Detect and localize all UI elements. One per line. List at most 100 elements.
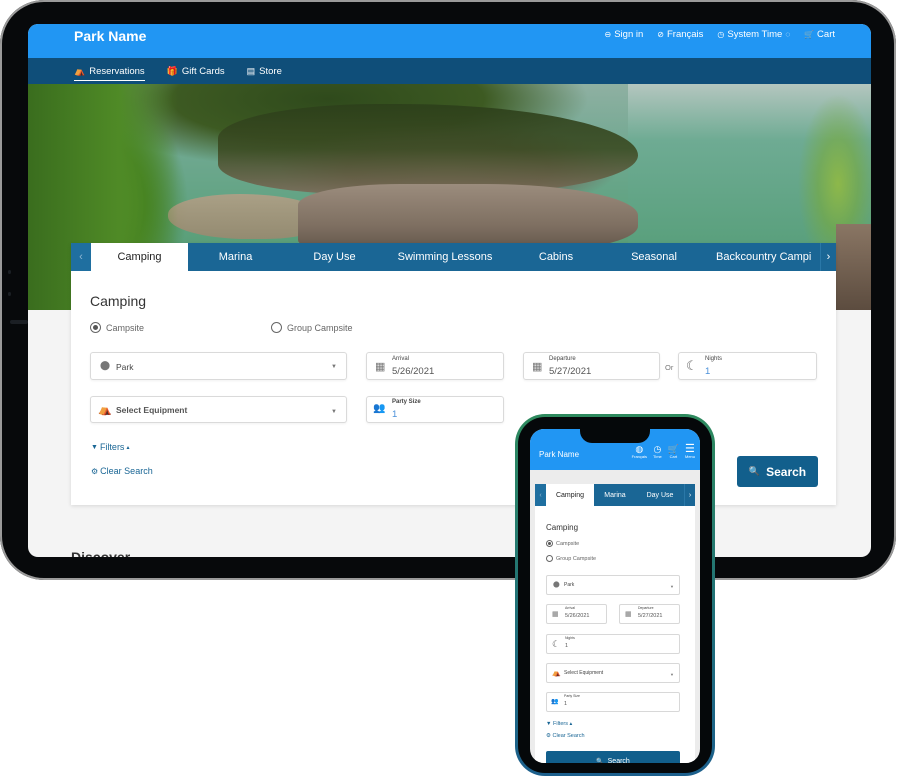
tab-seasonal[interactable]: Seasonal — [608, 243, 700, 271]
filters-label: Filters — [552, 721, 568, 727]
arrival-date-field[interactable]: ▦ Arrival 5/26/2021 — [366, 352, 504, 380]
sign-in-link[interactable]: ⊖ Sign in — [605, 29, 644, 40]
system-time-label: System Time — [727, 29, 783, 40]
tablet-side-button — [10, 320, 28, 324]
arrival-value: 5/26/2021 — [392, 366, 435, 377]
radio-button[interactable] — [271, 322, 282, 333]
tabs-prev-button[interactable]: ‹ — [71, 243, 91, 271]
tab-cabins[interactable]: Cabins — [504, 243, 608, 271]
tent-icon: ⛺ — [74, 65, 86, 76]
radio-button[interactable] — [546, 555, 553, 562]
form-title: Camping — [90, 293, 147, 309]
tabs-prev-button[interactable]: ‹ — [535, 484, 546, 506]
departure-date-field[interactable]: ▦ Departure 5/27/2021 — [523, 352, 660, 380]
search-icon: 🔍 — [748, 466, 761, 476]
radio-campsite[interactable]: Campsite — [90, 322, 144, 333]
tabs-next-button[interactable]: › — [820, 243, 836, 271]
park-select[interactable]: ⬤ Park ▼ — [546, 575, 680, 595]
time-button[interactable]: ◷ Time — [653, 444, 662, 460]
gear-icon: ⚙ — [91, 466, 99, 476]
tablet-device: Park Name ⊖ Sign in ⊘ Français ◷ System … — [0, 0, 896, 580]
main-nav: ⛺ Reservations 🎁 Gift Cards ▤ Store — [28, 58, 871, 84]
globe-icon: ◍ — [635, 444, 644, 454]
phone-screen: Park Name ◍ Français ◷ Time 🛒 Cart ☰ Men… — [530, 429, 700, 763]
phone-bezel: Park Name ◍ Français ◷ Time 🛒 Cart ☰ Men… — [518, 417, 712, 773]
tab-camping[interactable]: Camping — [91, 243, 188, 271]
departure-value: 5/27/2021 — [638, 613, 663, 619]
filters-toggle[interactable]: ▼ Filters ▴ — [546, 721, 572, 727]
tab-marina[interactable]: Marina — [594, 484, 636, 506]
chevron-up-icon: ▴ — [569, 721, 573, 727]
tab-marina[interactable]: Marina — [188, 243, 283, 271]
menu-icon: ☰ — [685, 443, 695, 455]
system-time-link[interactable]: ◷ System Time ◌ — [717, 29, 790, 40]
equipment-select[interactable]: ⛺ Select Equipment ▼ — [546, 663, 680, 683]
tab-camping[interactable]: Camping — [546, 484, 594, 506]
departure-label: Departure — [549, 356, 576, 362]
nav-label: Gift Cards — [181, 66, 225, 77]
people-icon: 👥 — [551, 699, 559, 705]
search-button[interactable]: 🔍 Search — [546, 751, 680, 763]
filter-icon: ▼ — [546, 721, 552, 727]
nav-reservations[interactable]: ⛺ Reservations — [74, 62, 145, 81]
hero-cliff — [218, 104, 638, 194]
nights-value: 1 — [565, 643, 569, 649]
nights-field[interactable]: ☾ Nights 1 — [678, 352, 817, 380]
nights-field[interactable]: ☾ Nights 1 — [546, 634, 680, 654]
park-select[interactable]: ⬤ Park ▼ — [90, 352, 347, 380]
party-size-label: Party Size — [392, 399, 421, 405]
equipment-select[interactable]: ⛺ Select Equipment ▼ — [90, 396, 347, 423]
search-button[interactable]: 🔍 Search — [737, 456, 818, 487]
nav-store[interactable]: ▤ Store — [247, 62, 282, 80]
party-size-field[interactable]: 👥 Party Size 1 — [546, 692, 680, 712]
tabs-next-button[interactable]: › — [684, 484, 695, 506]
chevron-up-icon: ▴ — [126, 444, 130, 451]
nav-gift-cards[interactable]: 🎁 Gift Cards — [167, 62, 225, 80]
radio-button-checked[interactable] — [90, 322, 101, 333]
departure-value: 5/27/2021 — [549, 366, 592, 377]
chevron-down-icon: ▼ — [670, 584, 674, 589]
radio-group-campsite[interactable]: Group Campsite — [271, 322, 353, 333]
clock-icon: ◷ — [717, 30, 725, 39]
arrival-date-field[interactable]: ▦ Arrival 5/26/2021 — [546, 604, 607, 624]
filters-toggle[interactable]: ▼ Filters ▴ — [91, 442, 129, 452]
cart-link[interactable]: 🛒 Cart — [804, 29, 835, 40]
radio-button-checked[interactable] — [546, 540, 553, 547]
chevron-down-icon: ▼ — [331, 364, 337, 370]
gear-icon: ⚙ — [546, 733, 551, 739]
clear-search-link[interactable]: ⚙ Clear Search — [546, 733, 585, 739]
user-icon: ⊖ — [604, 30, 612, 39]
people-icon: 👥 — [373, 403, 386, 414]
gift-icon: 🎁 — [166, 66, 178, 76]
party-size-field[interactable]: 👥 Party Size 1 — [366, 396, 504, 423]
radio-label: Group Campsite — [556, 555, 597, 562]
tab-day-use[interactable]: Day Use — [636, 484, 684, 506]
tab-swimming-lessons[interactable]: Swimming Lessons — [386, 243, 504, 271]
hero-rock-right — [836, 224, 871, 310]
language-label: Français — [666, 29, 704, 40]
nights-value: 1 — [705, 366, 711, 377]
tab-day-use[interactable]: Day Use — [283, 243, 386, 271]
globe-icon: ⊘ — [657, 30, 664, 39]
menu-button[interactable]: ☰ Menu — [685, 444, 695, 460]
arrival-label: Arrival — [565, 606, 575, 610]
category-tabs: ‹ Camping Marina Day Use Swimming Lesson… — [71, 243, 836, 271]
clear-search-link[interactable]: ⚙ Clear Search — [91, 466, 153, 476]
tab-backcountry-camping[interactable]: Backcountry Campi — [700, 243, 820, 271]
clear-search-label: Clear Search — [552, 733, 585, 739]
search-label: Search — [766, 464, 807, 479]
brand-name[interactable]: Park Name — [74, 28, 146, 44]
map-pin-icon: ⬤ — [553, 582, 560, 588]
cart-button[interactable]: 🛒 Cart — [668, 444, 679, 460]
language-link[interactable]: ⊘ Français — [657, 29, 703, 40]
radio-group-campsite[interactable]: Group Campsite — [546, 555, 596, 562]
departure-date-field[interactable]: ▦ Departure 5/27/2021 — [619, 604, 680, 624]
language-button[interactable]: ◍ Français — [632, 444, 647, 460]
party-size-value: 1 — [392, 409, 398, 420]
nights-label: Nights — [565, 636, 575, 640]
brand-name[interactable]: Park Name — [539, 450, 579, 459]
chevron-down-icon: ▼ — [331, 409, 337, 415]
tent-icon: ⛺ — [552, 670, 561, 677]
radio-campsite[interactable]: Campsite — [546, 540, 579, 547]
departure-label: Departure — [638, 606, 654, 610]
